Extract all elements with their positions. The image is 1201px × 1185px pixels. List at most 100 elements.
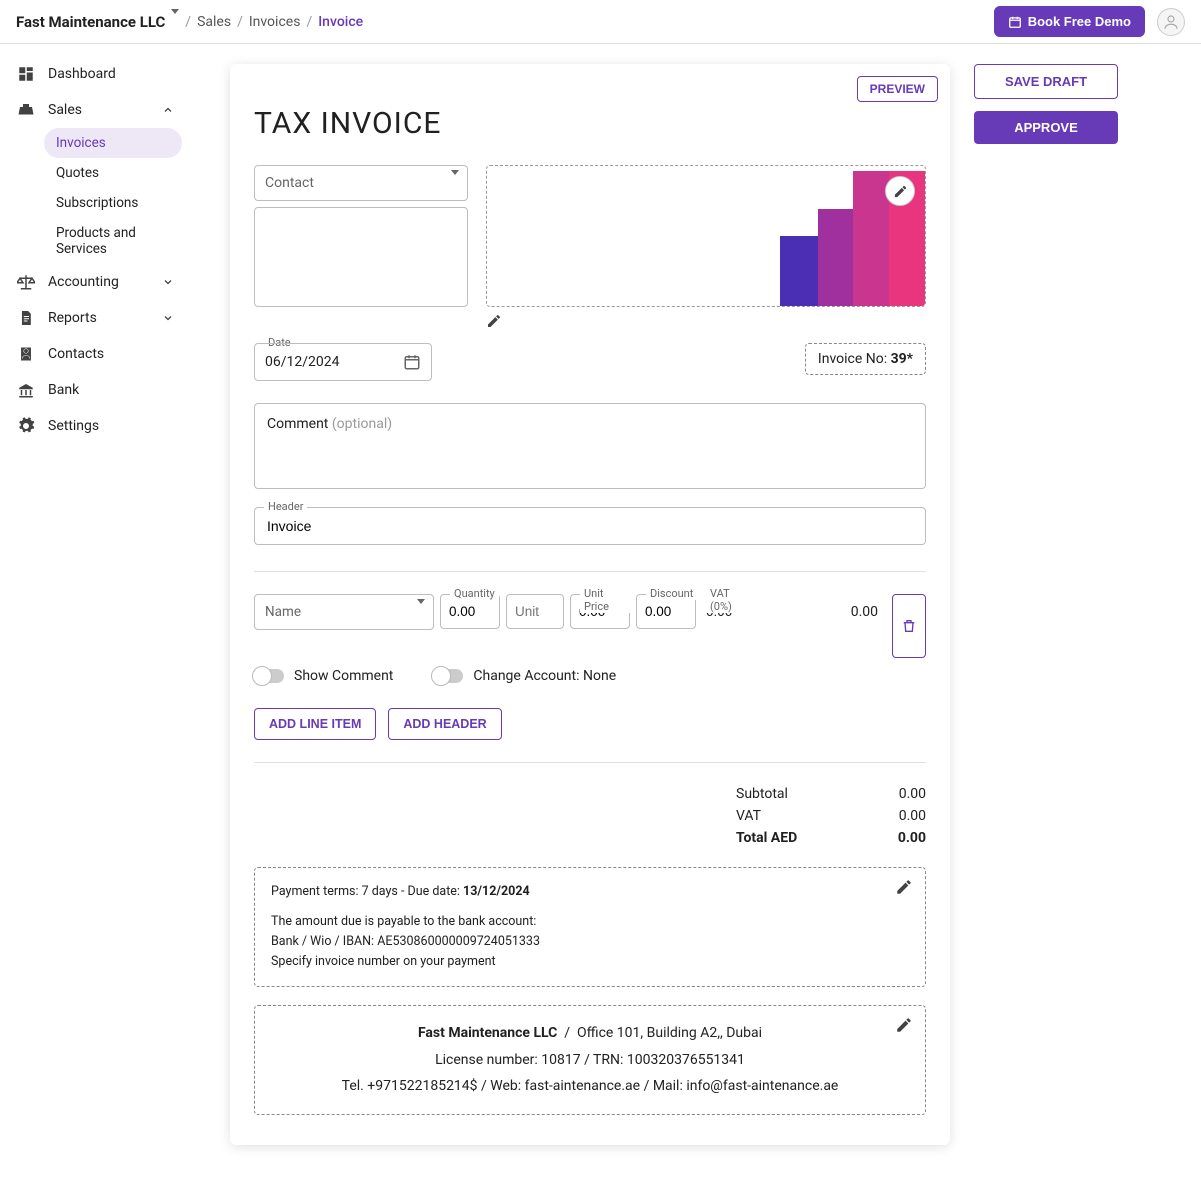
add-line-item-button[interactable]: ADD LINE ITEM [254, 708, 376, 740]
topbar: Fast Maintenance LLC / Sales / Invoices … [0, 0, 1201, 44]
chevron-down-icon [162, 276, 174, 288]
line-name-select[interactable]: Name [254, 594, 434, 630]
terms-due-date: 13/12/2024 [463, 884, 530, 899]
chevron-up-icon [162, 104, 174, 116]
sidebar: Dashboard Sales Invoices Quotes Subscrip… [0, 44, 190, 1185]
sidebar-item-contacts[interactable]: Contacts [8, 336, 182, 372]
sidebar-label-sales: Sales [48, 102, 82, 118]
contact-placeholder: Contact [265, 175, 314, 191]
sidebar-item-bank[interactable]: Bank [8, 372, 182, 408]
qty-label: Quantity [450, 587, 499, 600]
vat-total-label: VAT [736, 808, 826, 824]
contact-icon [16, 344, 36, 364]
terms-line4: Specify invoice number on your payment [271, 952, 909, 972]
discount-label: Discount [646, 587, 697, 600]
switch-icon[interactable] [254, 669, 284, 683]
date-value: 06/12/2024 [265, 354, 340, 370]
delete-line-button[interactable] [892, 594, 926, 658]
sidebar-item-quotes[interactable]: Quotes [44, 158, 182, 188]
vat-total-value: 0.00 [876, 808, 926, 824]
invoice-no-value: 39* [891, 351, 913, 367]
comment-field[interactable]: Comment (optional) [254, 403, 926, 489]
footer-address: Office 101, Building A2,, Dubai [577, 1025, 762, 1041]
line-name-placeholder: Name [265, 604, 301, 620]
change-account-toggle[interactable]: Change Account: None [433, 668, 616, 684]
caret-down-icon [417, 604, 425, 620]
sidebar-item-accounting[interactable]: Accounting [8, 264, 182, 300]
crumb-invoices[interactable]: Invoices [249, 14, 301, 30]
sidebar-label-settings: Settings [48, 418, 99, 434]
calendar-icon[interactable] [403, 353, 421, 371]
date-field[interactable]: Date 06/12/2024 [254, 343, 432, 381]
logo-upload-box[interactable] [486, 165, 926, 307]
subtotal-label: Subtotal [736, 786, 826, 802]
invoice-number-box[interactable]: Invoice No: 39* [805, 343, 926, 375]
invoice-title: TAX INVOICE [254, 106, 926, 141]
calendar-icon [1008, 15, 1022, 29]
crumb-current: Invoice [318, 14, 363, 30]
save-draft-button[interactable]: SAVE DRAFT [974, 64, 1118, 99]
contact-select[interactable]: Contact [254, 165, 468, 201]
logo-edit-below[interactable] [486, 313, 926, 329]
breadcrumb: / Sales / Invoices / Invoice [185, 14, 363, 30]
header-field[interactable]: Header [254, 507, 926, 545]
edit-icon[interactable] [895, 878, 913, 896]
header-label: Header [264, 500, 307, 513]
dashboard-icon [16, 64, 36, 84]
address-box[interactable] [254, 207, 468, 307]
sidebar-item-dashboard[interactable]: Dashboard [8, 56, 182, 92]
gear-icon [16, 416, 36, 436]
chevron-down-icon [162, 312, 174, 324]
sidebar-label-accounting: Accounting [48, 274, 119, 290]
company-dropdown-icon[interactable] [171, 14, 179, 30]
sidebar-item-invoices[interactable]: Invoices [44, 128, 182, 158]
terms-line1a: Payment terms: 7 days - Due date: [271, 884, 463, 899]
sidebar-label-dashboard: Dashboard [48, 66, 116, 82]
approve-button[interactable]: APPROVE [974, 111, 1118, 144]
terms-line3: Bank / Wio / IBAN: AE5308600000097240513… [271, 932, 909, 952]
company-name: Fast Maintenance LLC [16, 13, 165, 31]
totals-section: Subtotal 0.00 VAT 0.00 Total AED 0.00 [254, 762, 926, 849]
show-comment-toggle[interactable]: Show Comment [254, 668, 393, 684]
unitprice-label: Unit Price [580, 587, 630, 613]
header-input[interactable] [254, 507, 926, 545]
footer-license: License number: 10817 / TRN: 10032037655… [271, 1047, 909, 1074]
sidebar-item-subscriptions[interactable]: Subscriptions [44, 188, 182, 218]
sidebar-item-reports[interactable]: Reports [8, 300, 182, 336]
avatar[interactable] [1157, 8, 1185, 36]
invoice-card: PREVIEW TAX INVOICE Contact [230, 64, 950, 1145]
sidebar-label-contacts: Contacts [48, 346, 104, 362]
crumb-sales[interactable]: Sales [197, 14, 231, 30]
vat-label: VAT (0%) [706, 587, 752, 613]
caret-down-icon [451, 175, 459, 191]
subtotal-value: 0.00 [876, 786, 926, 802]
payment-terms-box[interactable]: Payment terms: 7 days - Due date: 13/12/… [254, 867, 926, 987]
line-item-row: Name Quantity Unit Price Discount [254, 594, 926, 658]
sidebar-item-sales[interactable]: Sales [8, 92, 182, 128]
change-account-label: Change Account: None [473, 668, 616, 684]
logo-edit-button[interactable] [885, 176, 915, 206]
book-demo-label: Book Free Demo [1028, 14, 1131, 29]
add-header-button[interactable]: ADD HEADER [388, 708, 501, 740]
unit-input[interactable] [506, 594, 564, 629]
total-value: 0.00 [876, 830, 926, 846]
terms-line2: The amount due is payable to the bank ac… [271, 912, 909, 932]
edit-icon[interactable] [895, 1016, 913, 1034]
sidebar-label-bank: Bank [48, 382, 79, 398]
company-footer-box[interactable]: Fast Maintenance LLC / Office 101, Build… [254, 1005, 926, 1115]
sidebar-item-settings[interactable]: Settings [8, 408, 182, 444]
invoice-no-label: Invoice No: [818, 351, 891, 367]
footer-contact: Tel. +971522185214$ / Web: fast-aintenan… [271, 1073, 909, 1100]
sidebar-item-products[interactable]: Products and Services [44, 218, 182, 264]
footer-company: Fast Maintenance LLC [418, 1025, 557, 1041]
cash-register-icon [16, 100, 36, 120]
divider [254, 571, 926, 572]
total-label: Total AED [736, 830, 826, 846]
line-total: 0.00 [758, 594, 886, 620]
sidebar-label-reports: Reports [48, 310, 97, 326]
show-comment-label: Show Comment [294, 668, 393, 684]
preview-button[interactable]: PREVIEW [857, 76, 938, 102]
book-demo-button[interactable]: Book Free Demo [994, 6, 1145, 37]
switch-icon[interactable] [433, 669, 463, 683]
side-actions: SAVE DRAFT APPROVE [974, 64, 1118, 144]
